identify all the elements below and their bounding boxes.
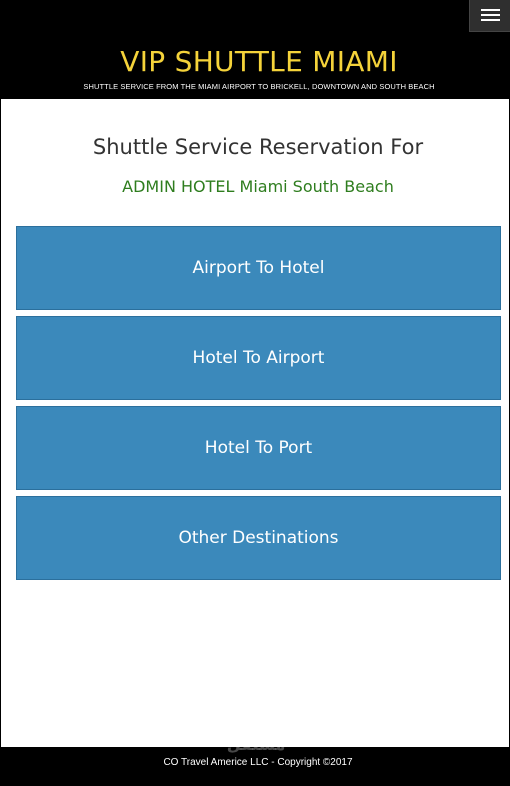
site-subtitle: SHUTTLE SERVICE FROM THE MIAMI AIRPORT T… — [83, 82, 435, 91]
other-destinations-button[interactable]: Other Destinations — [16, 496, 501, 580]
button-label: Hotel To Port — [204, 438, 313, 458]
airport-to-hotel-button[interactable]: Airport To Hotel — [16, 226, 501, 310]
copyright-text: CO Travel Americe LLC - Copyright ©2017 — [163, 757, 353, 768]
hotel-to-port-button[interactable]: Hotel To Port — [16, 406, 501, 490]
button-label: Hotel To Airport — [192, 348, 325, 368]
hotel-name: ADMIN HOTEL Miami South Beach — [122, 177, 394, 196]
site-footer: مستقل CO Travel Americe LLC - Copyright … — [0, 735, 510, 786]
page-title: Shuttle Service Reservation For — [92, 135, 424, 159]
button-label: Airport To Hotel — [192, 258, 325, 278]
button-label: Other Destinations — [178, 528, 339, 548]
page: VIP SHUTTLE MIAMI SHUTTLE SERVICE FROM T… — [0, 0, 510, 786]
site-header: VIP SHUTTLE MIAMI SHUTTLE SERVICE FROM T… — [0, 0, 510, 99]
site-title: VIP SHUTTLE MIAMI — [120, 45, 398, 78]
menu-toggle-button[interactable] — [469, 0, 510, 32]
hotel-to-airport-button[interactable]: Hotel To Airport — [16, 316, 501, 400]
